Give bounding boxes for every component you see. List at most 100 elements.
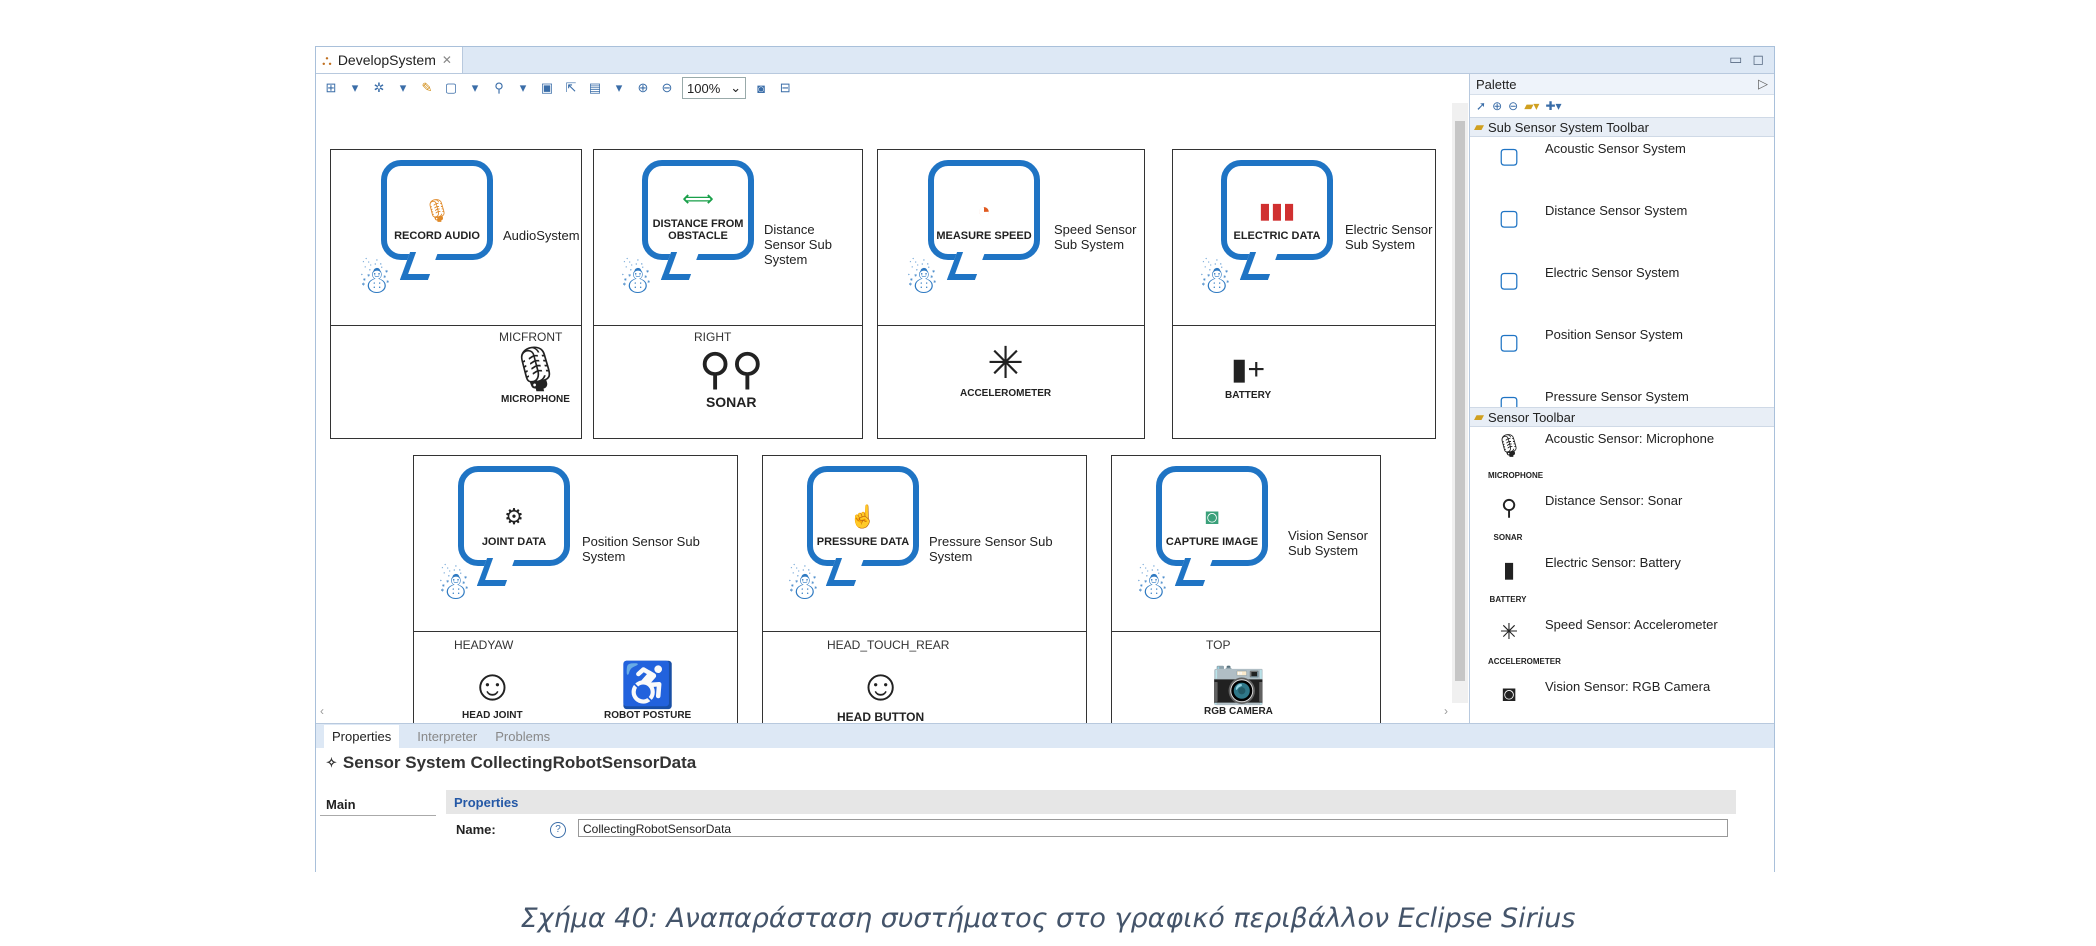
subsystem-distance[interactable]: ⟺ DISTANCE FROM OBSTACLE ☃ Distance Sens… <box>593 149 863 439</box>
note-icon[interactable]: ▰▾ <box>1524 99 1539 113</box>
robot-icon: ☃ <box>1197 260 1233 302</box>
palette-item[interactable]: ▢ Pressure Sensor System <box>1470 385 1774 407</box>
bubble-label: DISTANCE FROM OBSTACLE <box>652 218 744 242</box>
subsystem-speed[interactable]: ◔ MEASURE SPEED ☃ Speed Sensor Sub Syste… <box>877 149 1145 439</box>
chevron-right-icon[interactable]: › <box>1444 704 1448 718</box>
diagram-canvas[interactable]: 🎙 RECORD AUDIO ☃ AudioSystem MICFRONT 🎙 … <box>316 103 1466 751</box>
sensor-sonar[interactable]: ⚲⚲ SONAR <box>699 345 764 411</box>
maximize-icon[interactable]: ◻ <box>1752 51 1764 68</box>
zoom-out-icon[interactable]: ⊖ <box>658 79 676 97</box>
robot-icon: ☃ <box>618 260 654 302</box>
new-icon[interactable]: ✚▾ <box>1545 99 1561 113</box>
location-pins-icon: ⚲⚲ <box>699 345 764 394</box>
scrollbar-thumb[interactable] <box>1455 121 1465 681</box>
subsystem-name: Electric Sensor Sub System <box>1345 222 1433 252</box>
speech-bubble-icon: ▢ <box>1498 205 1520 230</box>
clipboard-icon[interactable]: ▤ <box>586 79 604 97</box>
properties-section[interactable]: Properties <box>446 790 1736 814</box>
tab-interpreter[interactable]: Interpreter <box>417 729 477 744</box>
microphone-icon: 🎙 <box>1495 433 1523 458</box>
chevron-down-icon[interactable]: ▾ <box>514 79 532 97</box>
batteries-icon: ▮▮▮ <box>1258 198 1296 223</box>
speech-bubble-icon: ▢ <box>1498 391 1520 407</box>
chevron-down-icon[interactable]: ▾ <box>466 79 484 97</box>
filter-icon[interactable]: ⚲ <box>490 79 508 97</box>
subsystem-header: ◔ MEASURE SPEED ☃ Speed Sensor Sub Syste… <box>878 150 1144 326</box>
properties-title: ✧ Sensor System CollectingRobotSensorDat… <box>316 748 1774 778</box>
select-icon[interactable]: ▢ <box>442 79 460 97</box>
bubble-label: PRESSURE DATA <box>816 536 910 548</box>
tab-label: DevelopSystem <box>337 52 436 68</box>
speech-bubble: ◙ CAPTURE IMAGE <box>1156 466 1268 566</box>
side-tab-main[interactable]: Main <box>320 794 436 816</box>
arrange-icon[interactable]: ⊞ <box>322 79 340 97</box>
minimize-icon[interactable]: ▭ <box>1729 51 1742 68</box>
vertical-scrollbar[interactable] <box>1452 103 1468 703</box>
sensor-microphone[interactable]: 🎙 MICROPHONE <box>501 346 570 406</box>
drawer-sensor[interactable]: ▰ Sensor Toolbar <box>1470 407 1774 427</box>
drawer1-list: ▢ Acoustic Sensor System ▢ Distance Sensor… <box>1470 137 1774 407</box>
bubble-label: JOINT DATA <box>481 536 547 548</box>
speech-bubble-icon: ▢ <box>1498 267 1520 292</box>
palette-item[interactable]: ▢ Electric Sensor System <box>1470 261 1774 323</box>
palette-item-label: Speed Sensor: Accelerometer <box>1545 617 1718 632</box>
port-label: HEAD_TOUCH_REAR <box>827 638 950 652</box>
zoom-in-icon[interactable]: ⊕ <box>1492 99 1502 113</box>
refresh-icon[interactable]: ▣ <box>538 79 556 97</box>
chevron-right-icon[interactable]: ▷ <box>1758 76 1768 92</box>
zoom-select[interactable]: 100% ⌄ <box>682 77 747 99</box>
palette-item[interactable]: ▢ Acoustic Sensor System <box>1470 137 1774 199</box>
palette-panel: Palette ▷ ➚ ⊕ ⊖ ▰▾ ✚▾ ▰ Sub Sensor Syste… <box>1469 74 1774 724</box>
properties-tabbar: Properties Interpreter Problems <box>316 724 1774 748</box>
subsystem-audio[interactable]: 🎙 RECORD AUDIO ☃ AudioSystem MICFRONT 🎙 … <box>330 149 582 439</box>
palette-item[interactable]: ▢ Distance Sensor System <box>1470 199 1774 261</box>
help-icon[interactable]: ? <box>550 822 566 838</box>
pointer-icon[interactable]: ➚ <box>1476 99 1486 113</box>
horizontal-scrollbar[interactable]: ‹ › <box>316 703 1452 719</box>
close-icon[interactable]: ✕ <box>442 53 452 67</box>
drawer-sub-sensor-system[interactable]: ▰ Sub Sensor System Toolbar <box>1470 117 1774 137</box>
name-field[interactable]: CollectingRobotSensorData <box>578 819 1728 837</box>
layers-icon[interactable]: ✲ <box>370 79 388 97</box>
tab-problems[interactable]: Problems <box>495 729 550 744</box>
pin-icon[interactable]: ✎ <box>418 79 436 97</box>
bubble-label: MEASURE SPEED <box>936 230 1032 242</box>
subsystem-name: Distance Sensor Sub System <box>764 222 832 267</box>
tab-properties[interactable]: Properties <box>324 724 400 748</box>
palette-item-label: Electric Sensor: Battery <box>1545 555 1681 570</box>
zoom-in-icon[interactable]: ⊕ <box>634 79 652 97</box>
palette-item[interactable]: ▢ Position Sensor System <box>1470 323 1774 385</box>
palette-item-label: Acoustic Sensor: Microphone <box>1545 431 1715 446</box>
speech-bubble: ⚙ JOINT DATA <box>458 466 570 566</box>
palette-item-label: Distance Sensor System <box>1545 203 1688 218</box>
subsystem-header: ◙ CAPTURE IMAGE ☃ Vision Sensor Sub Syst… <box>1112 456 1380 632</box>
sensor-battery[interactable]: ▮+ BATTERY <box>1225 350 1271 401</box>
palette-item[interactable]: ⚲ SONAR Distance Sensor: Sonar <box>1470 489 1774 551</box>
palette-item[interactable]: ▮ BATTERY Electric Sensor: Battery <box>1470 551 1774 613</box>
subsystem-name: Speed Sensor Sub System <box>1054 222 1137 252</box>
export-icon[interactable]: ⇱ <box>562 79 580 97</box>
layout-icon[interactable]: ⊟ <box>776 79 794 97</box>
palette-item[interactable]: ◙ Vision Sensor: RGB Camera <box>1470 675 1774 722</box>
chevron-down-icon[interactable]: ▾ <box>394 79 412 97</box>
diagram-toolbar: ⊞ ▾ ✲ ▾ ✎ ▢ ▾ ⚲ ▾ ▣ ⇱ ▤ ▾ ⊕ ⊖ 100% ⌄ ◙ ⊟ <box>316 74 1466 102</box>
camera-icon[interactable]: ◙ <box>752 79 770 97</box>
chevron-down-icon[interactable]: ▾ <box>610 79 628 97</box>
drawer2-list: 🎙 MICROPHONE Acoustic Sensor: Microphone ⚲… <box>1470 427 1774 722</box>
palette-item-label: Acoustic Sensor System <box>1545 141 1686 156</box>
palette-item[interactable]: ✳ ACCELEROMETER Speed Sensor: Acceleromete… <box>1470 613 1774 675</box>
subsystem-name: Position Sensor Sub System <box>582 534 700 564</box>
speech-bubble: ◔ MEASURE SPEED <box>928 160 1040 260</box>
palette-item-small: ACCELEROMETER <box>1488 657 1561 666</box>
port-label: RIGHT <box>694 330 732 344</box>
subsystem-electric[interactable]: ▮▮▮ ELECTRIC DATA ☃ Electric Sensor Sub … <box>1172 149 1436 439</box>
chevron-down-icon[interactable]: ▾ <box>346 79 364 97</box>
sensor-accelerometer[interactable]: ✳ ACCELEROMETER <box>960 340 1051 400</box>
figure-caption: Σχήμα 40: Αναπαράσταση συστήματος στο γρ… <box>520 903 1576 934</box>
zoom-out-icon[interactable]: ⊖ <box>1508 99 1518 113</box>
palette-item[interactable]: 🎙 MICROPHONE Acoustic Sensor: Microphone <box>1470 427 1774 489</box>
camera-icon: ◙ <box>1502 681 1516 706</box>
robot-icon: ☃ <box>785 566 821 608</box>
tab-developsystem[interactable]: ⛬ DevelopSystem ✕ <box>316 47 463 73</box>
chevron-left-icon[interactable]: ‹ <box>320 704 324 718</box>
